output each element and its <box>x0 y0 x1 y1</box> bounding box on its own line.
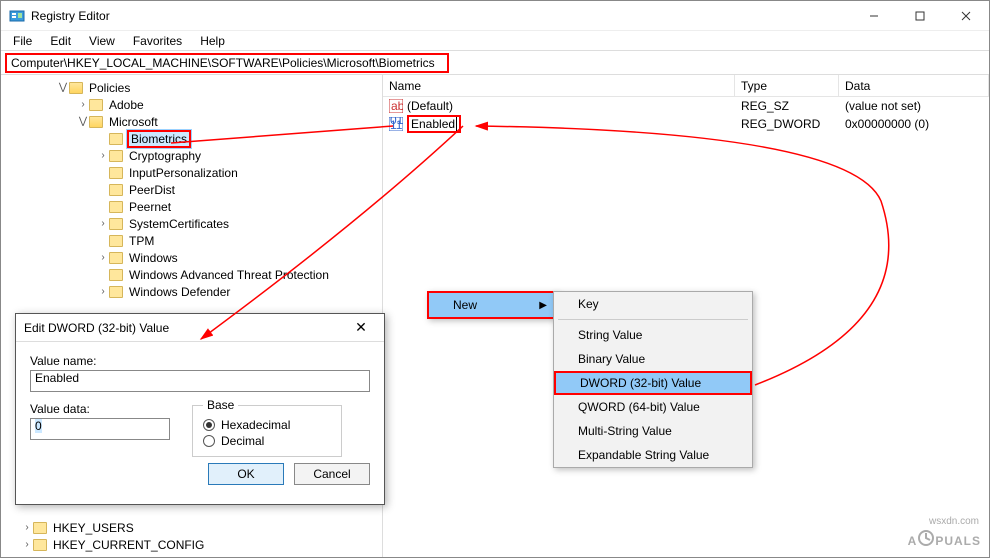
folder-icon <box>109 269 123 281</box>
folder-icon <box>109 184 123 196</box>
expander-icon[interactable]: › <box>97 252 109 263</box>
tree-item[interactable]: SystemCertificates <box>127 217 231 231</box>
folder-icon <box>69 82 83 94</box>
expander-icon[interactable]: ⋁ <box>77 116 89 127</box>
menu-separator <box>558 319 748 320</box>
folder-icon <box>109 286 123 298</box>
tree-item[interactable]: TPM <box>127 234 156 248</box>
address-bar: Computer\HKEY_LOCAL_MACHINE\SOFTWARE\Pol… <box>1 51 989 75</box>
expander-icon[interactable]: › <box>97 218 109 229</box>
col-name[interactable]: Name <box>383 75 735 96</box>
tree-item[interactable]: Windows <box>127 251 180 265</box>
svg-text:ab: ab <box>391 99 403 113</box>
tree-adobe[interactable]: Adobe <box>107 98 146 112</box>
value-name-input[interactable]: Enabled <box>30 370 370 392</box>
dialog-close-button[interactable]: ✕ <box>346 319 376 336</box>
folder-icon <box>109 150 123 162</box>
menu-item-binary[interactable]: Binary Value <box>554 347 752 371</box>
folder-icon <box>109 201 123 213</box>
menu-help[interactable]: Help <box>192 32 233 50</box>
radio-decimal[interactable]: Decimal <box>203 434 331 448</box>
tree-item[interactable]: PeerDist <box>127 183 177 197</box>
tree-item[interactable]: Windows Defender <box>127 285 232 299</box>
menu-view[interactable]: View <box>81 32 123 50</box>
folder-icon <box>89 99 103 111</box>
menu-item-multistring[interactable]: Multi-String Value <box>554 419 752 443</box>
expander-icon[interactable]: › <box>21 539 33 550</box>
folder-icon <box>89 116 103 128</box>
menu-item-string[interactable]: String Value <box>554 323 752 347</box>
source-text: wsxdn.com <box>929 516 979 527</box>
svg-text:110: 110 <box>390 118 403 131</box>
tree-item[interactable]: Cryptography <box>127 149 203 163</box>
folder-icon <box>109 133 123 145</box>
menu-item-key[interactable]: Key <box>554 292 752 316</box>
tree-hkey-current-config[interactable]: HKEY_CURRENT_CONFIG <box>51 538 206 552</box>
value-data-input[interactable]: 0 <box>30 418 170 440</box>
tree-item[interactable]: Peernet <box>127 200 173 214</box>
tree-biometrics[interactable]: Biometrics <box>127 130 191 148</box>
list-row[interactable]: ab (Default) REG_SZ (value not set) <box>383 97 989 115</box>
minimize-button[interactable] <box>851 1 897 30</box>
col-type[interactable]: Type <box>735 75 839 96</box>
address-input[interactable]: Computer\HKEY_LOCAL_MACHINE\SOFTWARE\Pol… <box>5 53 449 73</box>
expander-icon[interactable]: › <box>77 99 89 110</box>
string-value-icon: ab <box>389 99 403 113</box>
regedit-icon <box>9 8 25 24</box>
tree-item[interactable]: InputPersonalization <box>127 166 240 180</box>
value-name: (Default) <box>407 99 453 113</box>
menu-item-dword[interactable]: DWORD (32-bit) Value <box>554 371 752 395</box>
window-title: Registry Editor <box>31 9 851 23</box>
close-button[interactable] <box>943 1 989 30</box>
value-data-label: Value data: <box>30 402 170 416</box>
menu-edit[interactable]: Edit <box>42 32 79 50</box>
menu-item-qword[interactable]: QWORD (64-bit) Value <box>554 395 752 419</box>
folder-icon <box>109 218 123 230</box>
menu-file[interactable]: File <box>5 32 40 50</box>
folder-icon <box>33 522 47 534</box>
folder-icon <box>109 252 123 264</box>
cancel-button[interactable]: Cancel <box>294 463 370 485</box>
maximize-button[interactable] <box>897 1 943 30</box>
folder-icon <box>109 167 123 179</box>
watermark: APUALS <box>908 528 981 551</box>
list-row[interactable]: 011110 Enabled REG_DWORD 0x00000000 (0) <box>383 115 989 133</box>
ok-button[interactable]: OK <box>208 463 284 485</box>
col-data[interactable]: Data <box>839 75 989 96</box>
title-bar: Registry Editor <box>1 1 989 31</box>
address-text: Computer\HKEY_LOCAL_MACHINE\SOFTWARE\Pol… <box>11 56 435 70</box>
dialog-title: Edit DWORD (32-bit) Value <box>24 321 346 335</box>
value-data: 0x00000000 (0) <box>839 117 989 131</box>
expander-icon[interactable]: ⋁ <box>57 82 69 93</box>
context-menu-new: New▶ <box>427 291 557 319</box>
value-name-editing[interactable]: Enabled <box>407 115 461 133</box>
submenu-arrow-icon: ▶ <box>539 300 547 311</box>
tree-item[interactable]: Windows Advanced Threat Protection <box>127 268 331 282</box>
folder-icon <box>109 235 123 247</box>
context-submenu: Key String Value Binary Value DWORD (32-… <box>553 291 753 468</box>
value-type: REG_DWORD <box>735 117 839 131</box>
tree-microsoft[interactable]: Microsoft <box>107 115 160 129</box>
menu-bar: File Edit View Favorites Help <box>1 31 989 51</box>
tree-policies[interactable]: Policies <box>87 81 132 95</box>
menu-item-expandstring[interactable]: Expandable String Value <box>554 443 752 467</box>
menu-favorites[interactable]: Favorites <box>125 32 190 50</box>
menu-item-new[interactable]: New▶ <box>429 293 555 317</box>
base-fieldset: Base Hexadecimal Decimal <box>192 398 342 457</box>
expander-icon[interactable]: › <box>97 150 109 161</box>
list-header: Name Type Data <box>383 75 989 97</box>
edit-dword-dialog: Edit DWORD (32-bit) Value ✕ Value name: … <box>15 313 385 505</box>
expander-icon[interactable]: › <box>21 522 33 533</box>
folder-icon <box>33 539 47 551</box>
expander-icon[interactable]: › <box>97 286 109 297</box>
value-name-label: Value name: <box>30 354 370 368</box>
value-data: (value not set) <box>839 99 989 113</box>
tree-hkey-users[interactable]: HKEY_USERS <box>51 521 136 535</box>
value-type: REG_SZ <box>735 99 839 113</box>
dword-value-icon: 011110 <box>389 117 403 131</box>
radio-hexadecimal[interactable]: Hexadecimal <box>203 418 331 432</box>
base-legend: Base <box>203 398 238 412</box>
